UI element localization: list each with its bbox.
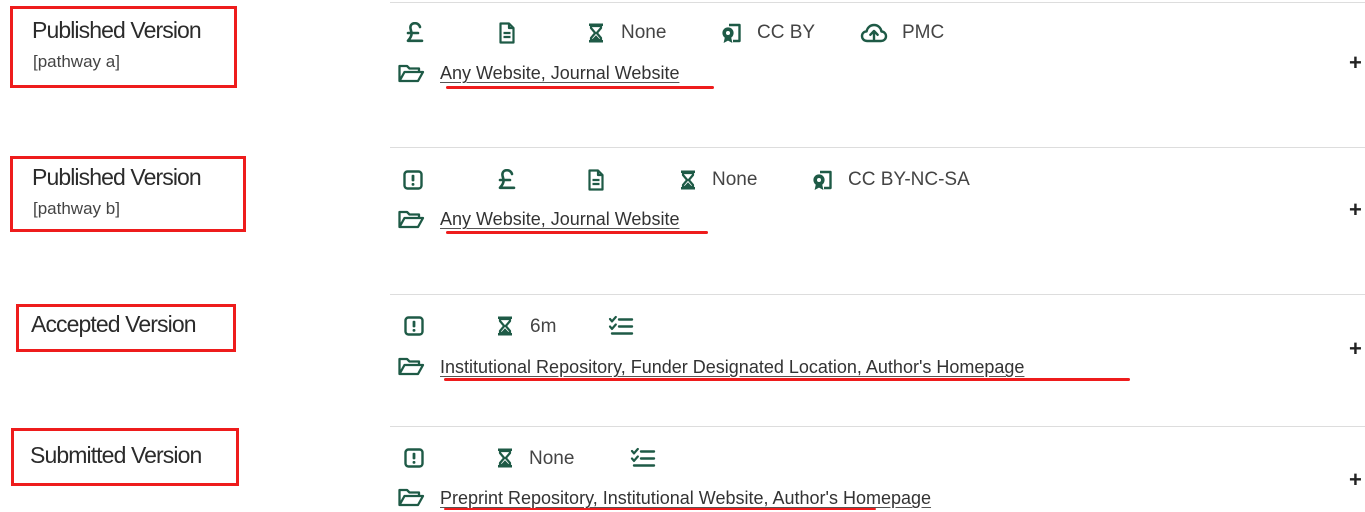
license-icon [810, 168, 834, 192]
license-value: CC BY [757, 22, 816, 43]
divider [390, 2, 1365, 3]
document-icon [585, 168, 607, 192]
folder-icon [397, 62, 425, 84]
hourglass-icon [585, 21, 607, 45]
embargo-value: 6m [530, 316, 557, 337]
version-title: Published Version [32, 17, 202, 43]
deposit-value: PMC [902, 22, 945, 43]
divider [390, 294, 1365, 295]
annotation-underline [446, 86, 714, 89]
embargo-value: None [621, 22, 667, 43]
annotation-underline [444, 508, 876, 510]
location-links[interactable]: Preprint Repository, Institutional Websi… [440, 487, 931, 509]
divider [390, 426, 1365, 427]
version-title: Accepted Version [31, 311, 197, 337]
location-links[interactable]: Any Website, Journal Website [440, 62, 679, 84]
pathway-label: [pathway b] [33, 199, 120, 218]
expand-button[interactable]: + [1349, 338, 1362, 360]
expand-button[interactable]: + [1349, 199, 1362, 221]
embargo-value: None [529, 448, 575, 469]
annotation-underline [444, 378, 1130, 381]
checklist-icon [608, 314, 634, 338]
license-value: CC BY-NC-SA [848, 169, 970, 190]
expand-button[interactable]: + [1349, 469, 1362, 491]
version-title: Submitted Version [30, 442, 202, 468]
pathway-label: [pathway a] [33, 52, 120, 71]
folder-icon [397, 208, 425, 230]
document-icon [496, 21, 518, 45]
cloud-upload-icon [860, 21, 888, 45]
alert-icon [402, 314, 426, 338]
annotation-underline [446, 231, 708, 234]
license-icon [719, 21, 743, 45]
divider [390, 147, 1365, 148]
alert-icon [401, 168, 425, 192]
embargo-value: None [712, 169, 758, 190]
hourglass-icon [677, 168, 699, 192]
expand-button[interactable]: + [1349, 52, 1362, 74]
folder-icon [397, 355, 425, 377]
location-links[interactable]: Any Website, Journal Website [440, 208, 679, 230]
alert-icon [402, 446, 426, 470]
location-links[interactable]: Institutional Repository, Funder Designa… [440, 356, 1024, 378]
version-title: Published Version [32, 164, 202, 190]
pound-icon [496, 168, 518, 192]
pound-icon [404, 21, 426, 45]
hourglass-icon [494, 314, 516, 338]
folder-icon [397, 486, 425, 508]
checklist-icon [630, 446, 656, 470]
hourglass-icon [494, 446, 516, 470]
